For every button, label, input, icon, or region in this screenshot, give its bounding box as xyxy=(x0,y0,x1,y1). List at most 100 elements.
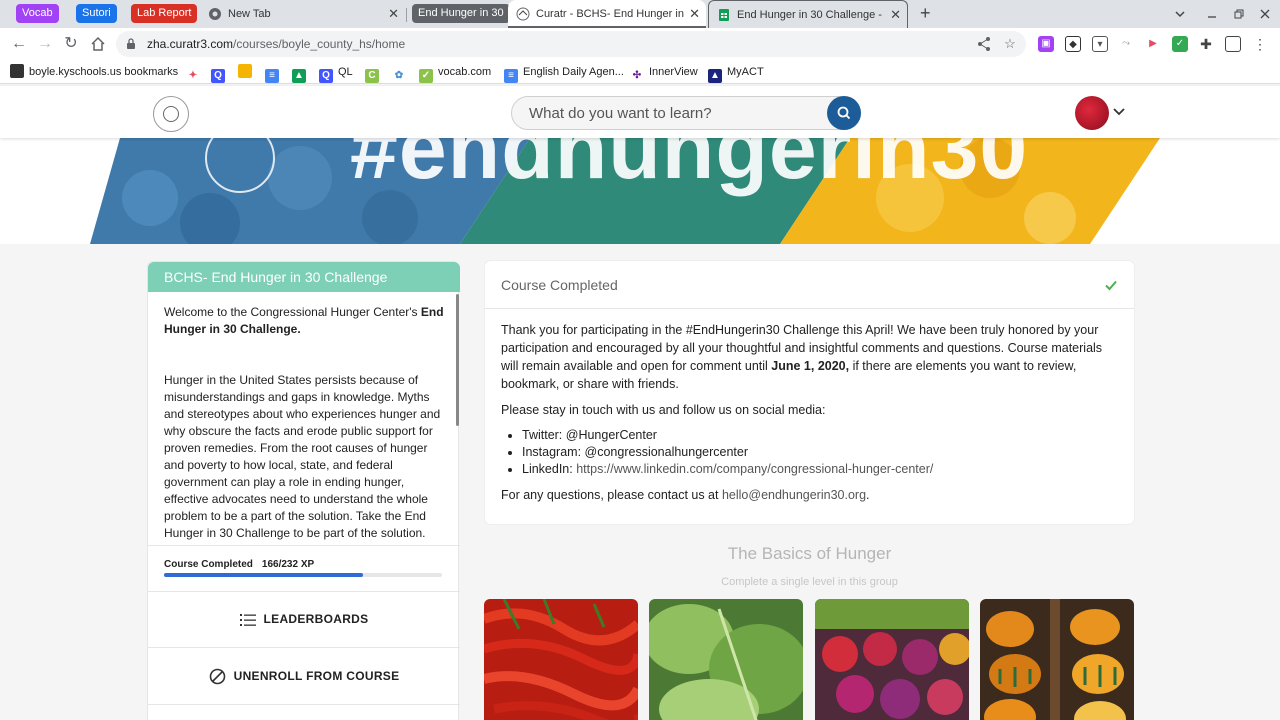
extension-shield-icon[interactable]: ▾ xyxy=(1092,36,1108,52)
docs-icon: ≡ xyxy=(265,69,279,83)
tab-group-end-hunger[interactable]: End Hunger in 30 xyxy=(412,4,510,23)
list-item: LinkedIn: https://www.linkedin.com/compa… xyxy=(522,461,1121,478)
bookmark-star-icon[interactable]: ☆ xyxy=(1002,36,1018,52)
bookmark-vocab[interactable]: ✓ vocab.com xyxy=(419,64,491,83)
new-tab-button[interactable]: + xyxy=(920,3,931,24)
side-panel-icon[interactable] xyxy=(1225,36,1241,52)
xp-progress-fill xyxy=(164,573,364,577)
drive-icon: ▲ xyxy=(292,69,306,83)
card-title: Course Completed xyxy=(501,277,618,293)
search-input[interactable] xyxy=(529,97,829,129)
bookmark-icon-only[interactable]: Q xyxy=(211,64,230,83)
xp-count: 166/232 XP xyxy=(261,559,315,570)
group-title: The Basics of Hunger xyxy=(727,544,892,563)
chevron-down-icon[interactable] xyxy=(1112,104,1126,118)
bookmark-label: boyle.kyschools.us bookmarks xyxy=(29,66,179,78)
course-description-text: Hunger in the United States persists bec… xyxy=(164,373,441,540)
extension-icon-1[interactable]: ▣ xyxy=(1038,36,1054,52)
list-icon xyxy=(239,613,256,626)
level-card-peppers[interactable] xyxy=(484,599,638,720)
bookmark-icon-only[interactable]: ✿ xyxy=(392,64,411,83)
unenroll-button[interactable]: UNENROLL FROM COURSE xyxy=(148,648,460,704)
extension-icon-3[interactable]: ▶ xyxy=(1145,36,1161,52)
description-scrollbar[interactable] xyxy=(456,294,459,426)
bookmark-ql[interactable]: Q QL xyxy=(319,64,353,83)
home-icon[interactable] xyxy=(90,36,106,52)
bookmark-icon-only[interactable] xyxy=(238,64,257,80)
lock-icon[interactable] xyxy=(124,37,138,51)
course-status: Course Completed xyxy=(164,559,253,570)
course-info-card: BCHS- End Hunger in 30 Challenge Welcome… xyxy=(147,261,460,720)
browser-toolbar: ← → ↻ zha.curatr3.com/courses/boyle_coun… xyxy=(0,28,1280,60)
congressional-hunger-center-logo[interactable] xyxy=(153,96,189,132)
unenroll-label: UNENROLL FROM COURSE xyxy=(233,669,400,683)
level-card-radishes[interactable] xyxy=(815,599,969,720)
forward-arrow-icon[interactable]: → xyxy=(34,33,56,55)
extension-icon-4[interactable]: ✓ xyxy=(1172,36,1188,52)
tab-separator xyxy=(406,8,407,22)
tab-end-hunger-sheet[interactable]: End Hunger in 30 Challenge - 20 ✕ xyxy=(708,0,908,28)
docs-icon: ≡ xyxy=(504,69,518,83)
block-icon xyxy=(209,669,225,685)
tab-group-vocab[interactable]: Vocab xyxy=(16,4,59,23)
tab-search-icon[interactable] xyxy=(1174,8,1186,20)
search-button[interactable] xyxy=(827,96,861,130)
leafy-greens-image xyxy=(649,599,803,720)
level-card-greens[interactable] xyxy=(649,599,803,720)
flower-icon: ✿ xyxy=(392,69,406,83)
extension-icon-2[interactable]: ⤳ xyxy=(1118,36,1134,52)
curatr-icon xyxy=(516,7,530,21)
reload-icon[interactable]: ↻ xyxy=(60,33,82,55)
tab-curatr[interactable]: Curatr - BCHS- End Hunger in 30 ✕ xyxy=(508,0,706,28)
share-icon[interactable] xyxy=(976,36,992,52)
leaderboards-button[interactable]: LEADERBOARDS xyxy=(148,591,460,647)
deadline-date: June 1, 2020, xyxy=(771,359,850,373)
tab-group-sutori[interactable]: Sutori xyxy=(76,4,117,23)
leaderboards-label: LEADERBOARDS xyxy=(263,612,369,626)
folder-icon xyxy=(10,64,24,78)
level-card-squash[interactable] xyxy=(980,599,1134,720)
spark-icon: ✦ xyxy=(186,69,200,83)
list-item: Twitter: @HungerCenter xyxy=(522,427,1121,444)
address-bar[interactable]: zha.curatr3.com/courses/boyle_county_hs/… xyxy=(116,31,1026,57)
list-item: Instagram: @congressionalhungercenter xyxy=(522,444,1121,461)
url-text: zha.curatr3.com/courses/boyle_county_hs/… xyxy=(147,31,405,57)
restore-icon[interactable] xyxy=(1233,8,1245,20)
bookmark-folder[interactable]: boyle.kyschools.us bookmarks xyxy=(10,64,178,80)
extensions-puzzle-icon[interactable]: ✚ xyxy=(1198,36,1214,52)
tab-new-tab[interactable]: New Tab ✕ xyxy=(200,0,405,28)
social-label: Instagram: xyxy=(522,445,585,459)
bookmark-innerview[interactable]: ✣ InnerView xyxy=(630,64,698,83)
tab-title: Curatr - BCHS- End Hunger in 30 xyxy=(536,8,684,20)
avatar[interactable] xyxy=(1075,96,1109,130)
shield-icon[interactable]: ◆ xyxy=(1065,36,1081,52)
bookmark-icon-only[interactable]: ▲ xyxy=(292,64,311,83)
quizlet-q-icon: Q xyxy=(211,69,225,83)
search-box xyxy=(511,96,861,130)
close-icon[interactable]: ✕ xyxy=(890,1,901,28)
bookmark-english[interactable]: ≡ English Daily Agen... xyxy=(504,64,624,83)
bookmark-icon-only[interactable]: ✦ xyxy=(186,64,205,83)
contact-email-link[interactable]: hello@endhungerin30.org xyxy=(722,488,866,502)
site-header xyxy=(0,86,1280,138)
vocab-icon: ✓ xyxy=(419,69,433,83)
tab-group-lab-report[interactable]: Lab Report xyxy=(131,4,198,23)
course-title: BCHS- End Hunger in 30 Challenge xyxy=(148,262,460,292)
bookmark-icon-only[interactable]: ≡ xyxy=(265,64,284,83)
bookmark-myact[interactable]: ▲ MyACT xyxy=(708,64,764,83)
tab-title: New Tab xyxy=(228,8,271,20)
linkedin-link[interactable]: https://www.linkedin.com/company/congres… xyxy=(576,462,933,476)
bookmark-icon-only[interactable]: C xyxy=(365,64,384,83)
card-header[interactable]: Course Completed xyxy=(485,261,1134,309)
contact-paragraph: For any questions, please contact us at … xyxy=(501,486,1121,504)
window-close-icon[interactable] xyxy=(1259,8,1271,20)
social-label: LinkedIn: xyxy=(522,462,577,476)
sheets-icon xyxy=(719,9,729,21)
close-icon[interactable]: ✕ xyxy=(689,0,700,26)
menu-icon[interactable]: ⋮ xyxy=(1252,36,1268,52)
completion-message: Thank you for participating in the #EndH… xyxy=(501,321,1121,512)
close-icon[interactable]: ✕ xyxy=(388,0,399,28)
back-arrow-icon[interactable]: ← xyxy=(8,33,30,55)
minimize-icon[interactable] xyxy=(1206,8,1218,20)
instagram-handle: @congressionalhungercenter xyxy=(584,445,749,459)
